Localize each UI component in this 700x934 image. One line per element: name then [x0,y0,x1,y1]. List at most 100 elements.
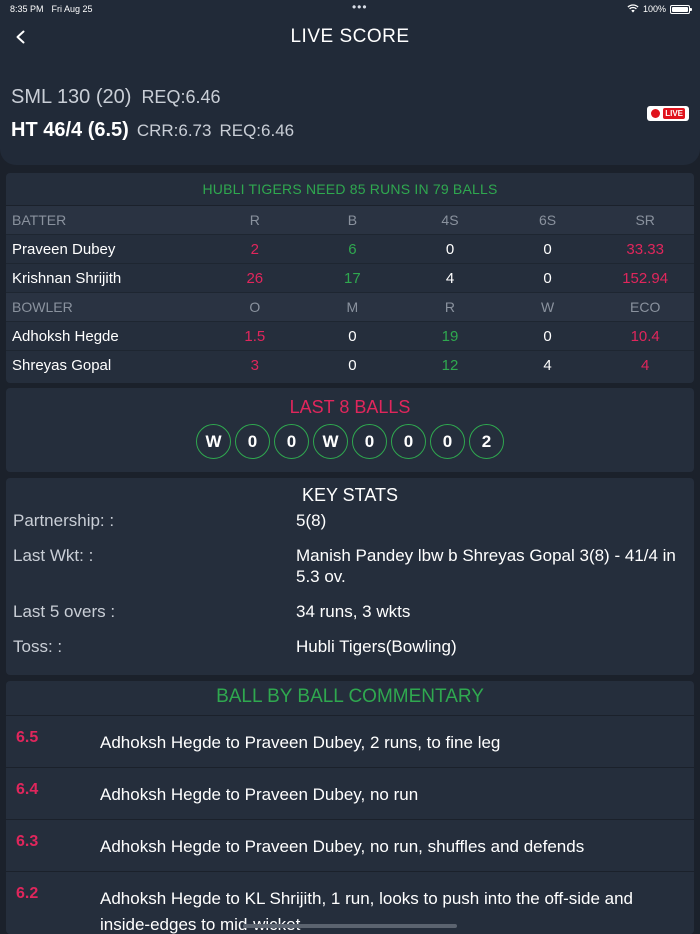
batter-row: Praveen Dubey 2 6 0 0 33.33 [6,235,694,264]
bowler-name: Shreyas Gopal [12,357,112,374]
ball-result: 0 [430,424,465,459]
live-badge: LIVE [647,106,689,121]
last-balls-row: W 0 0 W 0 0 0 2 [6,424,694,459]
bowler-name: Adhoksh Hegde [12,327,119,345]
bowler-col-name: BOWLER [12,299,73,315]
stat-value: 5(8) [296,511,327,530]
batter-runs: 26 [246,269,264,287]
batter-row: Krishnan Shrijith 26 17 4 0 152.94 [6,264,694,293]
stat-label: Partnership: : [13,511,115,530]
commentary-item: 6.4 Adhoksh Hegde to Praveen Dubey, no r… [6,767,694,819]
batter-col-name: BATTER [12,212,67,228]
bowler-row: Shreyas Gopal 3 0 12 4 4 [6,351,694,380]
last-balls-title: LAST 8 BALLS [289,397,411,417]
stat-last-wicket: Last Wkt: : Manish Pandey lbw b Shreyas … [6,545,694,587]
batter-strike-rate: 152.94 [622,269,669,287]
batter-col-runs: R [249,212,260,228]
target-message: HUBLI TIGERS NEED 85 RUNS IN 79 BALLS [6,173,694,206]
commentary-text: Adhoksh Hegde to Praveen Dubey, no run, … [100,837,585,856]
commentary-text: Adhoksh Hegde to Praveen Dubey, 2 runs, … [100,733,501,752]
ball-result: W [196,424,231,459]
score-header: LIVE SCORE SML 130 (20) REQ:6.46 HT 46/4… [0,18,700,165]
nav-bar: LIVE SCORE [0,18,700,56]
page-title: LIVE SCORE [290,26,410,47]
bowler-col-overs: O [249,299,261,315]
ball-result: 0 [352,424,387,459]
stat-value: 34 runs, 3 wkts [296,602,411,621]
batter-strike-rate: 33.33 [626,240,664,258]
live-dot-icon [651,109,661,118]
status-date: Fri Aug 25 [51,4,93,14]
batter-header-row: BATTER R B 4S 6S SR [6,206,694,235]
status-time: 8:35 PM [10,4,44,14]
batter-balls: 6 [348,240,357,258]
ball-result: 0 [274,424,309,459]
commentary-panel[interactable]: BALL BY BALL COMMENTARY 6.5 Adhoksh Hegd… [6,681,694,934]
bowler-economy: 10.4 [630,327,660,345]
batter-sixes: 0 [543,269,552,287]
stat-label: Last Wkt: : [13,546,94,565]
bowler-runs: 12 [441,357,459,374]
stat-value: Manish Pandey lbw b Shreyas Gopal 3(8) -… [296,546,676,586]
batter-fours: 4 [445,269,455,287]
batter-col-sr: SR [635,212,655,228]
bowler-col-runs: R [444,299,456,315]
back-button[interactable] [8,24,34,50]
batter-sixes: 0 [543,240,552,258]
bowler-overs: 1.5 [244,327,266,345]
batter-name: Praveen Dubey [12,240,116,258]
batter-runs: 2 [250,240,259,258]
bowler-maidens: 0 [348,357,357,374]
stat-label: Last 5 overs : [13,602,116,621]
commentary-over: 6.2 [16,885,39,902]
multitasking-dots-icon[interactable]: ••• [352,0,368,14]
wifi-icon [627,3,639,15]
commentary-item: 6.3 Adhoksh Hegde to Praveen Dubey, no r… [6,819,694,871]
commentary-over: 6.3 [16,833,39,850]
bowler-overs: 3 [250,357,259,374]
bowler-header-row: BOWLER O M R W ECO [6,293,694,322]
ball-result: 0 [235,424,270,459]
status-right: 100% [627,3,692,15]
team2-score: HT 46/4 (6.5) [11,119,129,141]
batter-fours: 0 [445,240,455,258]
bowler-col-maidens: M [346,299,359,315]
ball-result: 0 [391,424,426,459]
team2-required-rate: REQ:6.46 [219,121,295,140]
current-run-rate: CRR:6.73 [136,121,212,140]
battery-icon [669,4,692,14]
batter-col-sixes: 6S [539,212,557,228]
commentary-over: 6.4 [16,781,39,798]
bowler-economy: 4 [641,357,650,374]
batter-name: Krishnan Shrijith [12,269,122,287]
stat-value: Hubli Tigers(Bowling) [296,637,457,656]
last-balls-panel: LAST 8 BALLS W 0 0 W 0 0 0 2 [6,388,694,472]
team2-score-row: HT 46/4 (6.5) CRR:6.73 REQ:6.46 [11,119,294,142]
battery-percent: 100% [642,4,666,14]
stat-toss: Toss: : Hubli Tigers(Bowling) [6,636,694,657]
batter-balls: 17 [344,269,361,287]
bowler-col-wickets: W [540,299,555,315]
bowler-runs: 19 [441,327,459,345]
commentary-title: BALL BY BALL COMMENTARY [216,686,484,707]
stat-label: Toss: : [13,637,63,656]
bowler-wickets: 4 [543,357,552,374]
team1-score: SML 130 (20) [11,86,132,108]
home-indicator[interactable] [243,924,457,928]
commentary-text: Adhoksh Hegde to Praveen Dubey, no run [100,785,419,804]
ball-result: W [313,424,348,459]
bowler-maidens: 0 [348,327,357,345]
commentary-over: 6.5 [16,729,39,746]
live-label: LIVE [663,108,685,119]
team1-required-rate: REQ:6.46 [141,87,221,107]
bowler-wickets: 0 [543,327,552,345]
scorecard-panel: HUBLI TIGERS NEED 85 RUNS IN 79 BALLS BA… [6,173,694,383]
status-bar: 8:35 PM Fri Aug 25 ••• 100% [0,0,700,18]
key-stats-panel: KEY STATS Partnership: : 5(8) Last Wkt: … [6,478,694,675]
stat-last-5-overs: Last 5 overs : 34 runs, 3 wkts [6,601,694,622]
chevron-left-icon [16,30,25,44]
key-stats-title: KEY STATS [301,485,399,505]
ball-result: 2 [469,424,504,459]
batter-col-balls: B [347,212,358,228]
bowler-col-economy: ECO [630,299,661,315]
